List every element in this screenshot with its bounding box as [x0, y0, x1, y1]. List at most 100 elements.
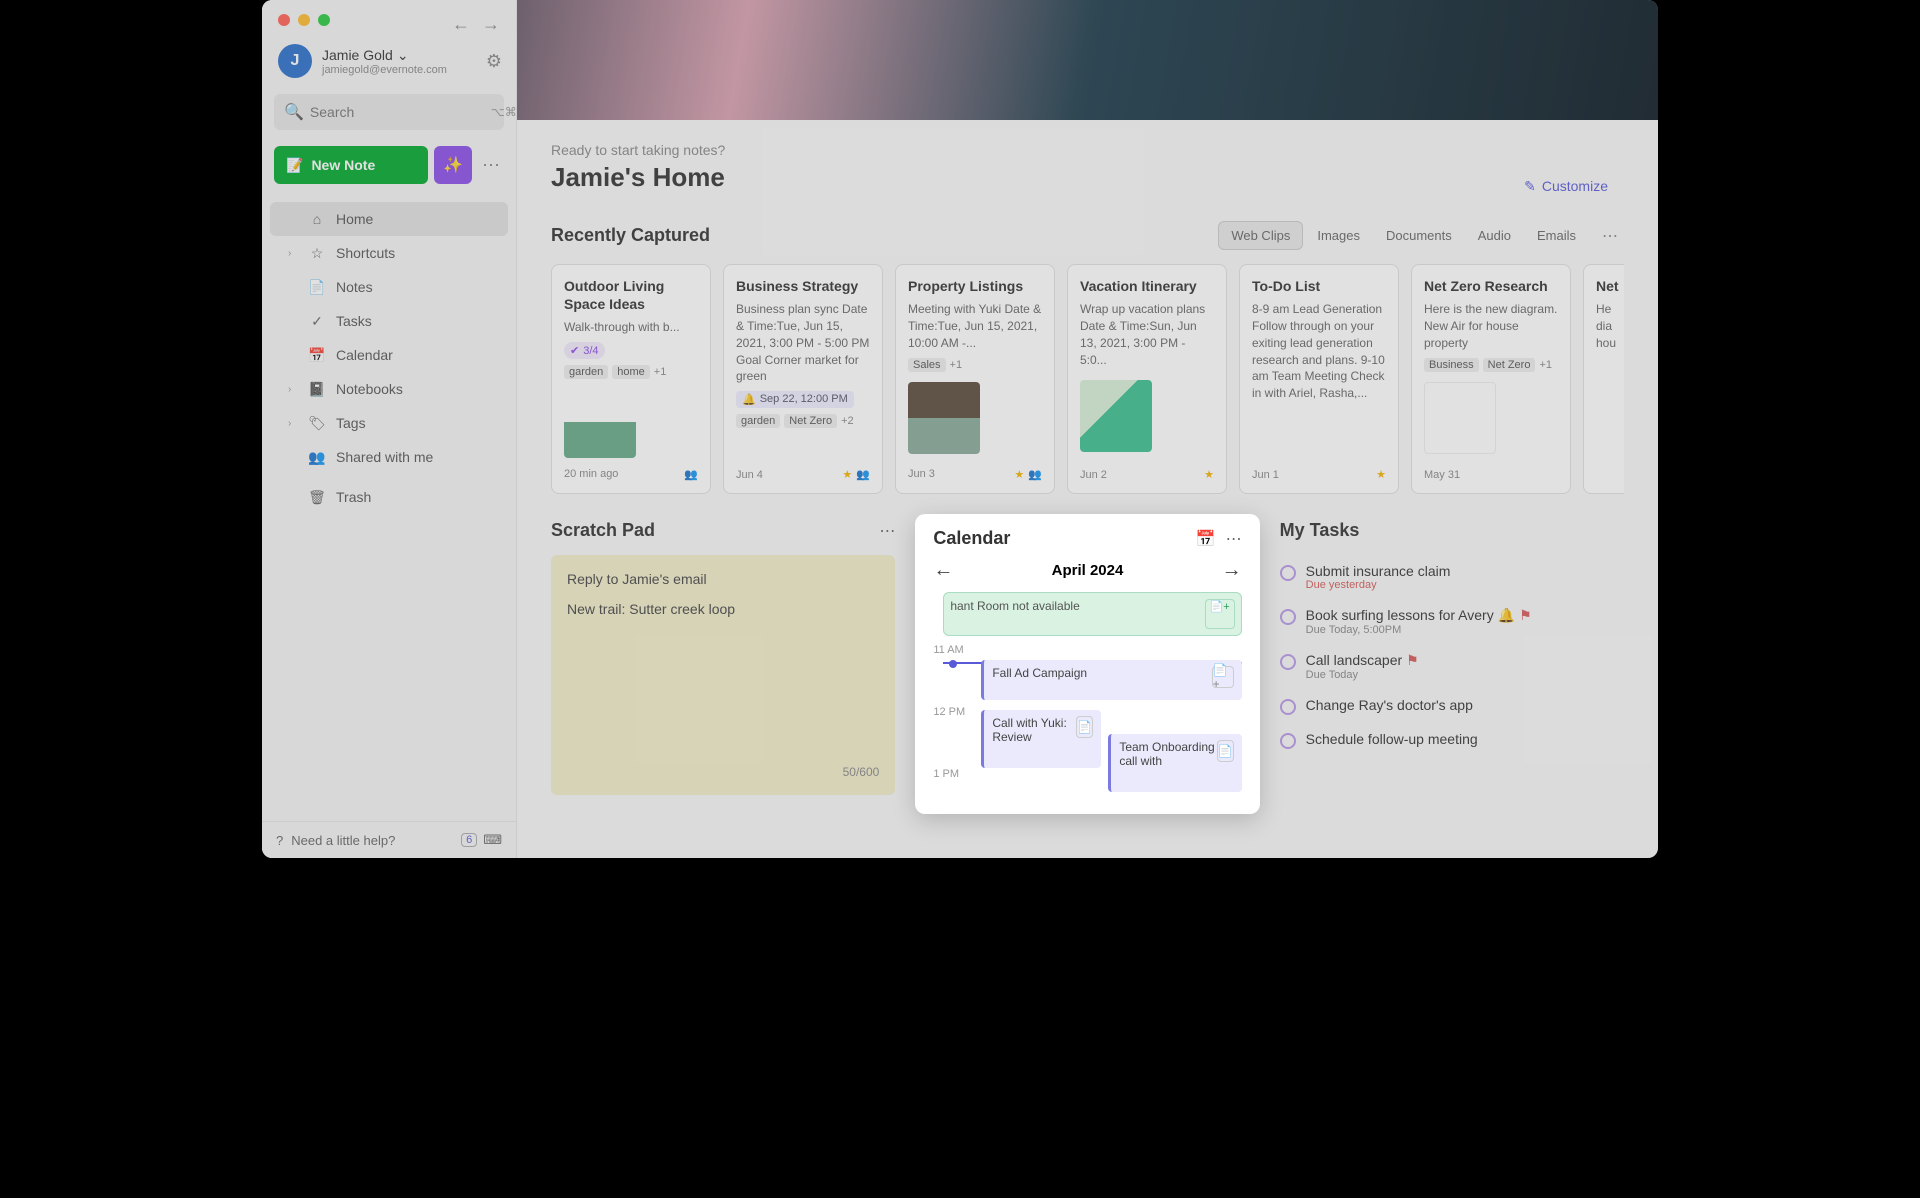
task-text: Change Ray's doctor's app [1306, 697, 1473, 713]
sidebar-item-notebooks[interactable]: ›📓Notebooks [270, 372, 508, 406]
card-date: Jun 4 [736, 469, 763, 481]
note-icon: 📄 [308, 279, 326, 296]
event-block[interactable]: Team Onboarding call with 📄 [1108, 734, 1241, 792]
note-card[interactable]: To-Do List 8-9 am Lead Generation Follow… [1239, 264, 1399, 494]
link-note-icon[interactable]: 📄+ [1212, 666, 1234, 688]
task-row[interactable]: Call landscaper⚑Due Today [1280, 644, 1624, 689]
task-checkbox[interactable] [1280, 699, 1296, 715]
tab-audio[interactable]: Audio [1466, 222, 1523, 249]
task-row[interactable]: Schedule follow-up meeting [1280, 723, 1624, 757]
bell-icon: 🔔 [742, 393, 756, 406]
scratch-pad[interactable]: Reply to Jamie's email New trail: Sutter… [551, 555, 895, 795]
task-row[interactable]: Change Ray's doctor's app [1280, 689, 1624, 723]
tab-emails[interactable]: Emails [1525, 222, 1588, 249]
star-icon: ★ [1376, 468, 1386, 481]
help-icon: ? [276, 833, 283, 848]
nav-label: Calendar [336, 347, 393, 363]
event-block[interactable]: hant Room not available 📄+ [943, 592, 1241, 636]
note-card[interactable]: Property Listings Meeting with Yuki Date… [895, 264, 1055, 494]
task-text: Schedule follow-up meeting [1306, 731, 1478, 747]
ai-assist-button[interactable]: ✨ [434, 146, 472, 184]
task-checkbox[interactable] [1280, 609, 1296, 625]
customize-button[interactable]: ✎ Customize [1524, 178, 1608, 195]
sidebar-item-trash[interactable]: 🗑Trash [270, 480, 508, 514]
keyboard-icon[interactable]: ⌨ [483, 832, 502, 848]
new-note-button[interactable]: 📝 New Note [274, 146, 428, 184]
tabs-more-icon[interactable]: ⋯ [1590, 226, 1624, 246]
task-sub: Due yesterday [1306, 579, 1451, 591]
more-icon[interactable]: ⋯ [1226, 529, 1242, 549]
app-window: ← → J Jamie Gold ⌄ jamiegold@evernote.co… [262, 0, 1658, 858]
note-card[interactable]: Net He dia hou [1583, 264, 1624, 494]
new-note-label: New Note [311, 157, 375, 173]
bell-icon: 🔔 [1498, 607, 1515, 624]
back-icon[interactable]: ← [452, 14, 470, 35]
tab-images[interactable]: Images [1305, 222, 1372, 249]
event-block[interactable]: Fall Ad Campaign 📄+ [981, 660, 1241, 700]
card-title: Business Strategy [736, 277, 870, 295]
card-thumb [1080, 380, 1152, 452]
nav-label: Shared with me [336, 449, 433, 465]
sidebar-item-tags[interactable]: ›🏷Tags [270, 406, 508, 440]
sidebar-item-shared[interactable]: 👥 Shared with me [270, 440, 508, 474]
card-tag: garden [736, 414, 780, 428]
next-month-icon[interactable]: → [1222, 559, 1242, 582]
people-icon: 👥 [308, 449, 326, 466]
search-field[interactable] [310, 104, 491, 120]
card-title: Vacation Itinerary [1080, 277, 1214, 295]
nav-label: Home [336, 211, 373, 227]
card-title: Net Zero Research [1424, 277, 1558, 295]
event-title: Team Onboarding call with [1119, 740, 1216, 786]
note-card[interactable]: Vacation Itinerary Wrap up vacation plan… [1067, 264, 1227, 494]
gear-icon[interactable]: ⚙ [486, 51, 502, 72]
user-name: Jamie Gold [322, 47, 393, 63]
card-date: Jun 3 [908, 468, 935, 480]
calendar-icon[interactable]: 📅 [1196, 529, 1216, 549]
card-body: He dia hou [1596, 301, 1620, 351]
star-icon: ★ [842, 468, 852, 481]
link-note-icon[interactable]: 📄 [1076, 716, 1093, 738]
calendar-month: April 2024 [953, 562, 1221, 579]
event-title: hant Room not available [950, 599, 1079, 629]
event-block[interactable]: Call with Yuki: Review 📄 [981, 710, 1101, 768]
more-icon[interactable]: ⋯ [879, 521, 895, 541]
card-body: Here is the new diagram. New Air for hou… [1424, 301, 1558, 351]
minimize-window[interactable] [298, 14, 310, 26]
sidebar-item-tasks[interactable]: ✓Tasks [270, 304, 508, 338]
card-body: Wrap up vacation plans Date & Time:Sun, … [1080, 301, 1214, 368]
task-checkbox[interactable] [1280, 733, 1296, 749]
tab-documents[interactable]: Documents [1374, 222, 1464, 249]
task-checkbox[interactable] [1280, 654, 1296, 670]
calendar-panel: Calendar📅⋯ ← April 2024 → hant Room not … [915, 520, 1259, 814]
user-block[interactable]: J Jamie Gold ⌄ jamiegold@evernote.com ⚙ [262, 26, 516, 88]
task-row[interactable]: Book surfing lessons for Avery🔔⚑Due Toda… [1280, 599, 1624, 644]
task-sub: Due Today [1306, 669, 1419, 681]
forward-icon[interactable]: → [482, 14, 500, 35]
note-card[interactable]: Business Strategy Business plan sync Dat… [723, 264, 883, 494]
link-note-icon[interactable]: 📄 [1217, 740, 1234, 762]
schedule-view[interactable]: hant Room not available 📄+ 11 AM Fall Ad… [933, 592, 1241, 792]
task-checkbox[interactable] [1280, 565, 1296, 581]
nav-label: Shortcuts [336, 245, 395, 261]
nav-label: Notes [336, 279, 373, 295]
maximize-window[interactable] [318, 14, 330, 26]
tab-web-clips[interactable]: Web Clips [1218, 221, 1303, 250]
more-icon[interactable]: ⋯ [478, 155, 504, 176]
sidebar-item-calendar[interactable]: 📅Calendar [270, 338, 508, 372]
note-card[interactable]: Net Zero Research Here is the new diagra… [1411, 264, 1571, 494]
shared-icon: 👥 [856, 468, 870, 481]
pencil-icon: ✎ [1524, 178, 1536, 195]
close-window[interactable] [278, 14, 290, 26]
sidebar-item-home[interactable]: ⌂Home [270, 202, 508, 236]
note-card[interactable]: Outdoor Living Space Ideas Walk-through … [551, 264, 711, 494]
sidebar-item-notes[interactable]: 📄 Notes [270, 270, 508, 304]
time-label: 12 PM [933, 706, 965, 718]
task-row[interactable]: Submit insurance claimDue yesterday [1280, 555, 1624, 599]
search-input[interactable]: 🔍 ⌥⌘F [274, 94, 504, 130]
link-note-icon[interactable]: 📄+ [1205, 599, 1235, 629]
help-row[interactable]: ? Need a little help? 6 ⌨ [262, 821, 516, 858]
sidebar-item-shortcuts[interactable]: ›☆Shortcuts [270, 236, 508, 270]
notebook-icon: 📓 [308, 381, 326, 398]
prev-month-icon[interactable]: ← [933, 559, 953, 582]
task-text: Book surfing lessons for Avery [1306, 607, 1494, 623]
